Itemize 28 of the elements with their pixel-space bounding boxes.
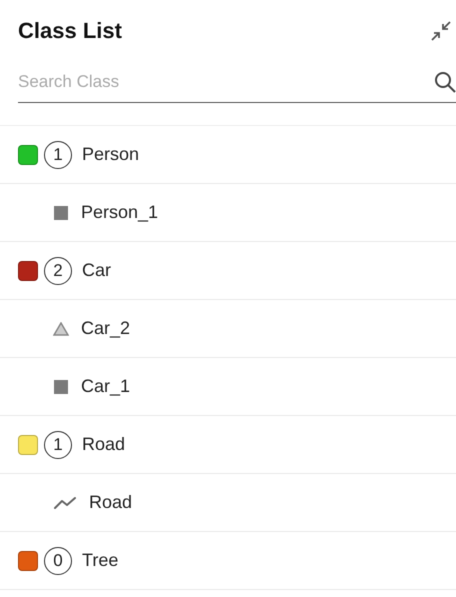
- count-badge: 1: [44, 430, 72, 458]
- class-row[interactable]: 1 Road: [0, 416, 456, 474]
- count-badge: 2: [44, 256, 72, 284]
- search-field[interactable]: Search Class: [18, 72, 434, 92]
- class-row[interactable]: 1 Person: [0, 126, 456, 184]
- collapse-icon[interactable]: [430, 20, 452, 42]
- class-name: Car: [82, 260, 112, 281]
- search-icon[interactable]: [434, 71, 456, 93]
- instance-name: Car_2: [81, 318, 130, 339]
- instance-row[interactable]: Car_2: [0, 300, 456, 358]
- instance-name: Road: [89, 492, 132, 513]
- polyline-icon: [53, 496, 77, 510]
- triangle-icon: [53, 322, 69, 336]
- class-name: Road: [82, 434, 126, 455]
- count-badge: 0: [44, 546, 72, 574]
- class-row[interactable]: 2 Car: [0, 242, 456, 300]
- instance-name: Car_1: [81, 376, 130, 397]
- panel-title: Class List: [18, 18, 122, 44]
- count-badge: 1: [44, 140, 72, 168]
- class-row[interactable]: 0 Tree: [0, 532, 456, 590]
- class-name: Tree: [82, 550, 118, 571]
- instance-row[interactable]: Road: [0, 474, 456, 532]
- instance-name: Person_1: [81, 202, 158, 223]
- instance-row[interactable]: Car_1: [0, 358, 456, 416]
- square-icon: [53, 204, 69, 220]
- class-name: Person: [82, 144, 140, 165]
- instance-row[interactable]: Person_1: [0, 184, 456, 242]
- square-icon: [53, 378, 69, 394]
